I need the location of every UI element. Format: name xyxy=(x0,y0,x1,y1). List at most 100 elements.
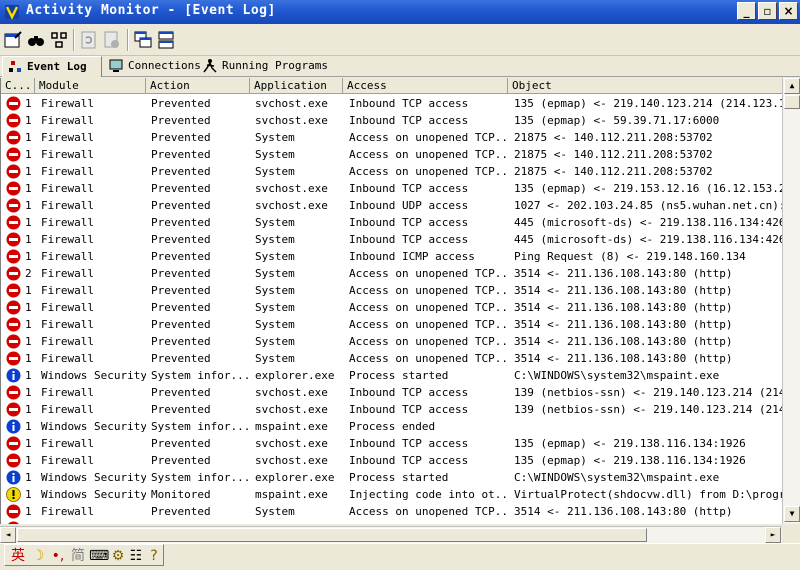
table-row[interactable]: 1 Windows Security Monitored mspaint.exe Inj… xyxy=(1,486,782,503)
table-row[interactable]: 1 Firewall Prevented svchost.exe Inbound UDP… xyxy=(1,197,782,214)
cell-application: System xyxy=(255,148,295,161)
table-row[interactable]: 1 Firewall Prevented svchost.exe Inbound TCP… xyxy=(1,452,782,469)
column-header-action[interactable]: Action xyxy=(146,78,250,94)
cell-module: Firewall xyxy=(41,131,94,144)
table-row[interactable]: 2 Firewall Prevented System Access on unopen… xyxy=(1,265,782,282)
blocked-icon xyxy=(6,147,21,162)
cell-object: 3514 <- 211.136.108.143:80 (http) xyxy=(514,335,733,348)
vertical-scroll-thumb[interactable] xyxy=(784,95,800,109)
ime-menu-icon[interactable]: ☷ xyxy=(127,547,145,565)
cell-module: Firewall xyxy=(41,267,94,280)
table-row[interactable]: 1FirewallPreventedSystemInbound TCP acce… xyxy=(1,214,782,231)
properties-icon[interactable] xyxy=(3,30,23,50)
cell-object: VirtualProtect(shdocvw.dll) from D:\prog… xyxy=(514,488,782,501)
scroll-down-button[interactable]: ▼ xyxy=(784,506,800,522)
tab-running-programs[interactable]: Running Programs xyxy=(198,56,328,77)
vertical-scrollbar[interactable]: ▲ ▼ xyxy=(782,78,800,524)
ime-settings-icon[interactable]: ⚙ xyxy=(109,547,127,565)
table-row[interactable]: 1 Firewall Prevented System Access on unopen… xyxy=(1,350,782,367)
cell-count: 1 xyxy=(25,335,32,348)
table-row[interactable]: 1 Firewall Prevented System Access on unopen… xyxy=(1,129,782,146)
scroll-up-button[interactable]: ▲ xyxy=(784,78,800,94)
table-row[interactable]: 1 Firewall Prevented System Access on unopen… xyxy=(1,146,782,163)
cell-module: Firewall xyxy=(41,403,94,416)
cell-module: Windows Security xyxy=(41,488,146,501)
half-width-icon[interactable]: ☽ xyxy=(29,547,47,565)
table-row[interactable]: 1FirewallPreventedSystemInbound TCP acce… xyxy=(1,520,782,524)
cell-access: Inbound TCP access xyxy=(349,114,469,127)
blocked-icon xyxy=(6,351,21,366)
event-log-table: C... Module Action Application Access Ob… xyxy=(0,78,782,524)
tab-label: Connections xyxy=(128,59,201,72)
tile-windows-icon[interactable] xyxy=(156,30,176,50)
cell-count: 1 xyxy=(25,301,32,314)
table-row[interactable]: 1 Firewall Prevented svchost.exe Inbound TCP… xyxy=(1,384,782,401)
table-row[interactable]: 1 Firewall Prevented System Access on unopen… xyxy=(1,333,782,350)
column-header-application[interactable]: Application xyxy=(250,78,343,94)
cell-action: Prevented xyxy=(151,437,211,450)
column-header-count[interactable]: C... xyxy=(1,78,35,94)
cell-count: 1 xyxy=(25,386,32,399)
cell-object: C:\WINDOWS\system32\mspaint.exe xyxy=(514,369,720,382)
column-header-access[interactable]: Access xyxy=(343,78,508,94)
table-row[interactable]: 1FirewallPreventedSystemInbound TCP acce… xyxy=(1,231,782,248)
table-row[interactable]: 1 Firewall Prevented svchost.exe Inbound TCP… xyxy=(1,180,782,197)
blocked-icon xyxy=(6,96,21,111)
table-row[interactable]: 1 Firewall Prevented System Inbound ICMP acc… xyxy=(1,248,782,265)
running-programs-icon xyxy=(203,59,217,73)
refresh-icon[interactable] xyxy=(79,30,99,50)
clear-log-icon[interactable] xyxy=(102,30,122,50)
input-language-indicator[interactable]: 英 xyxy=(9,547,27,565)
table-row[interactable]: 1 Firewall Prevented svchost.exe Inbound TCP… xyxy=(1,95,782,112)
table-row[interactable]: 1 Windows Security System infor... explorer… xyxy=(1,367,782,384)
cell-access: Access on unopened TCP... xyxy=(349,318,508,331)
title-bar: Activity Monitor - [Event Log] _ ▫ × xyxy=(0,0,800,24)
cell-object: 135 (epmap) <- 219.138.116.134:1926 xyxy=(514,454,746,467)
table-row[interactable]: 1 Firewall Prevented System Access on unopen… xyxy=(1,299,782,316)
table-row[interactable]: 1 Windows Security System infor... explorer… xyxy=(1,469,782,486)
help-icon[interactable]: ? xyxy=(145,547,163,565)
find-icon[interactable] xyxy=(26,30,46,50)
blocked-icon xyxy=(6,181,21,196)
cell-module: Firewall xyxy=(41,165,94,178)
cell-application: System xyxy=(255,301,295,314)
table-row[interactable]: 1 Firewall Prevented svchost.exe Inbound TCP… xyxy=(1,401,782,418)
column-header-module[interactable]: Module xyxy=(35,78,146,94)
table-row[interactable]: 1 Firewall Prevented System Access on unopen… xyxy=(1,282,782,299)
horizontal-scrollbar[interactable]: ◄ ► xyxy=(0,526,782,543)
table-row[interactable]: 1 Firewall Prevented System Access on unopen… xyxy=(1,316,782,333)
filter-icon[interactable] xyxy=(49,30,69,50)
cell-application: mspaint.exe xyxy=(255,488,328,501)
cell-count: 1 xyxy=(25,148,32,161)
table-row[interactable]: 1 Firewall Prevented svchost.exe Inbound TCP… xyxy=(1,112,782,129)
cell-object: 3514 <- 211.136.108.143:80 (http) xyxy=(514,318,733,331)
table-row[interactable]: 1 Windows Security System infor... mspaint.… xyxy=(1,418,782,435)
cell-action: Prevented xyxy=(151,318,211,331)
scroll-left-button[interactable]: ◄ xyxy=(0,527,16,543)
cell-access: Access on unopened TCP... xyxy=(349,301,508,314)
cell-access: Inbound TCP access xyxy=(347,520,508,524)
cell-application: System xyxy=(255,284,295,297)
tab-connections[interactable]: Connections xyxy=(104,56,201,77)
simplified-chinese-icon[interactable]: 简 xyxy=(69,547,87,565)
cell-action: Prevented xyxy=(151,199,211,212)
minimize-button[interactable]: _ xyxy=(737,2,756,20)
cell-application: svchost.exe xyxy=(255,182,328,195)
cell-application: mspaint.exe xyxy=(255,420,328,433)
cell-object: C:\WINDOWS\system32\mspaint.exe xyxy=(514,471,720,484)
cell-module: Windows Security xyxy=(41,420,146,433)
table-row[interactable]: 1 Firewall Prevented svchost.exe Inbound TCP… xyxy=(1,435,782,452)
column-header-object[interactable]: Object xyxy=(508,78,782,94)
cell-access: Access on unopened TCP... xyxy=(349,505,508,518)
punctuation-icon[interactable]: •, xyxy=(49,547,67,565)
table-row[interactable]: 1 Firewall Prevented System Access on unopen… xyxy=(1,163,782,180)
table-row[interactable]: 1 Firewall Prevented System Access on unopen… xyxy=(1,503,782,520)
scroll-right-button[interactable]: ► xyxy=(765,527,781,543)
cell-action: Prevented xyxy=(151,97,211,110)
close-button[interactable]: × xyxy=(779,2,798,20)
maximize-button[interactable]: ▫ xyxy=(758,2,777,20)
tab-event-log[interactable]: Event Log xyxy=(2,56,102,77)
soft-keyboard-icon[interactable]: ⌨ xyxy=(89,547,109,565)
horizontal-scroll-thumb[interactable] xyxy=(17,528,647,542)
cascade-windows-icon[interactable] xyxy=(133,30,153,50)
